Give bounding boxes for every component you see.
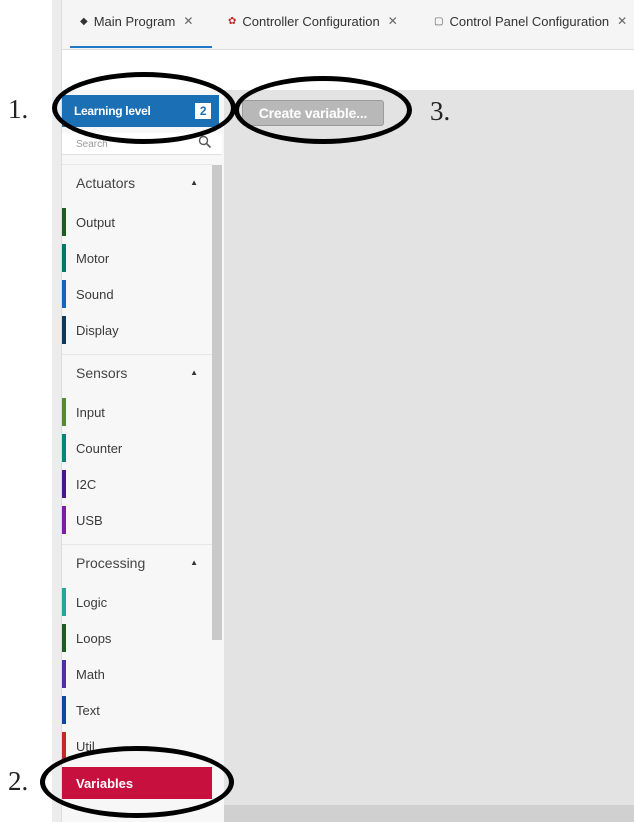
toolbox-item-label: Text — [76, 702, 100, 718]
tab-controller-configuration[interactable]: ✿ Controller Configuration ✕ — [228, 14, 408, 48]
category-color-bar — [62, 624, 66, 652]
toolbox-item-logic[interactable]: Logic — [62, 586, 212, 618]
toolbox-item-label: Math — [76, 666, 105, 682]
toolbox-item-label: Input — [76, 404, 105, 420]
category-title: Actuators — [76, 174, 136, 191]
category-color-bar — [62, 208, 66, 236]
collapse-caret-icon: ▲ — [190, 368, 198, 377]
annotation-circle-3 — [234, 76, 412, 144]
document-icon: ▢ — [434, 16, 444, 27]
category-title: Sensors — [76, 364, 128, 381]
category-color-bar — [62, 660, 66, 688]
toolbox-item-usb[interactable]: USB — [62, 504, 212, 536]
toolbox-item-label: Counter — [76, 440, 123, 456]
search-icon[interactable] — [198, 135, 212, 149]
category-color-bar — [62, 506, 66, 534]
collapse-caret-icon: ▲ — [190, 558, 198, 567]
annotation-number-3: 3. — [430, 96, 451, 126]
toolbox-item-label: I2C — [76, 476, 97, 492]
toolbox-item-sound[interactable]: Sound — [62, 278, 212, 310]
tab-bar: ◆ Main Program ✕ ✿ Controller Configurat… — [62, 0, 634, 50]
toolbox-sidebar: Learning level 2 Actuators ▲ Output Moto… — [62, 90, 224, 822]
category-color-bar — [62, 588, 66, 616]
tab-label: Main Program — [93, 14, 176, 29]
category-actuators[interactable]: Actuators ▲ — [62, 164, 212, 200]
close-icon[interactable]: ✕ — [183, 14, 193, 28]
annotation-number-2: 2. — [8, 766, 29, 796]
tab-label: Controller Configuration — [242, 14, 380, 29]
workspace-scrollbar[interactable] — [224, 805, 634, 822]
toolbox-item-i2c[interactable]: I2C — [62, 468, 212, 500]
category-color-bar — [62, 280, 66, 308]
tab-main-program[interactable]: ◆ Main Program ✕ — [70, 14, 212, 48]
blocks-workspace[interactable] — [224, 90, 634, 805]
tab-control-panel-configuration[interactable]: ▢ Control Panel Configuration ✕ — [434, 14, 634, 48]
category-color-bar — [62, 434, 66, 462]
category-color-bar — [62, 696, 66, 724]
category-color-bar — [62, 470, 66, 498]
close-icon[interactable]: ✕ — [617, 14, 627, 28]
toolbox-item-label: Loops — [76, 630, 112, 646]
toolbox-item-motor[interactable]: Motor — [62, 242, 212, 274]
toolbox-item-label: Display — [76, 322, 119, 338]
category-color-bar — [62, 316, 66, 344]
toolbox-item-label: Logic — [76, 594, 108, 610]
category-processing[interactable]: Processing ▲ — [62, 544, 212, 580]
category-color-bar — [62, 398, 66, 426]
category-title: Processing — [76, 554, 146, 571]
annotation-circle-2 — [40, 746, 234, 818]
gear-icon: ✿ — [228, 16, 237, 27]
annotation-number-1: 1. — [8, 94, 29, 124]
toolbox-item-label: Sound — [76, 286, 114, 302]
toolbox-item-output[interactable]: Output — [62, 206, 212, 238]
category-sensors[interactable]: Sensors ▲ — [62, 354, 212, 390]
close-icon[interactable]: ✕ — [388, 14, 398, 28]
toolbox-item-label: Output — [76, 214, 116, 230]
program-icon: ◆ — [80, 16, 88, 27]
toolbox-item-label: Motor — [76, 250, 110, 266]
toolbox-item-text[interactable]: Text — [62, 694, 212, 726]
toolbox-item-counter[interactable]: Counter — [62, 432, 212, 464]
category-color-bar — [62, 244, 66, 272]
toolbox-item-math[interactable]: Math — [62, 658, 212, 690]
category-color-bar — [62, 732, 66, 760]
annotation-circle-1 — [52, 72, 236, 144]
toolbox-item-loops[interactable]: Loops — [62, 622, 212, 654]
tab-label: Control Panel Configuration — [449, 14, 610, 29]
toolbox-item-label: USB — [76, 512, 103, 528]
toolbox-item-display[interactable]: Display — [62, 314, 212, 346]
collapse-caret-icon: ▲ — [190, 178, 198, 187]
toolbox-item-input[interactable]: Input — [62, 396, 212, 428]
sidebar-scrollbar[interactable] — [212, 165, 222, 640]
